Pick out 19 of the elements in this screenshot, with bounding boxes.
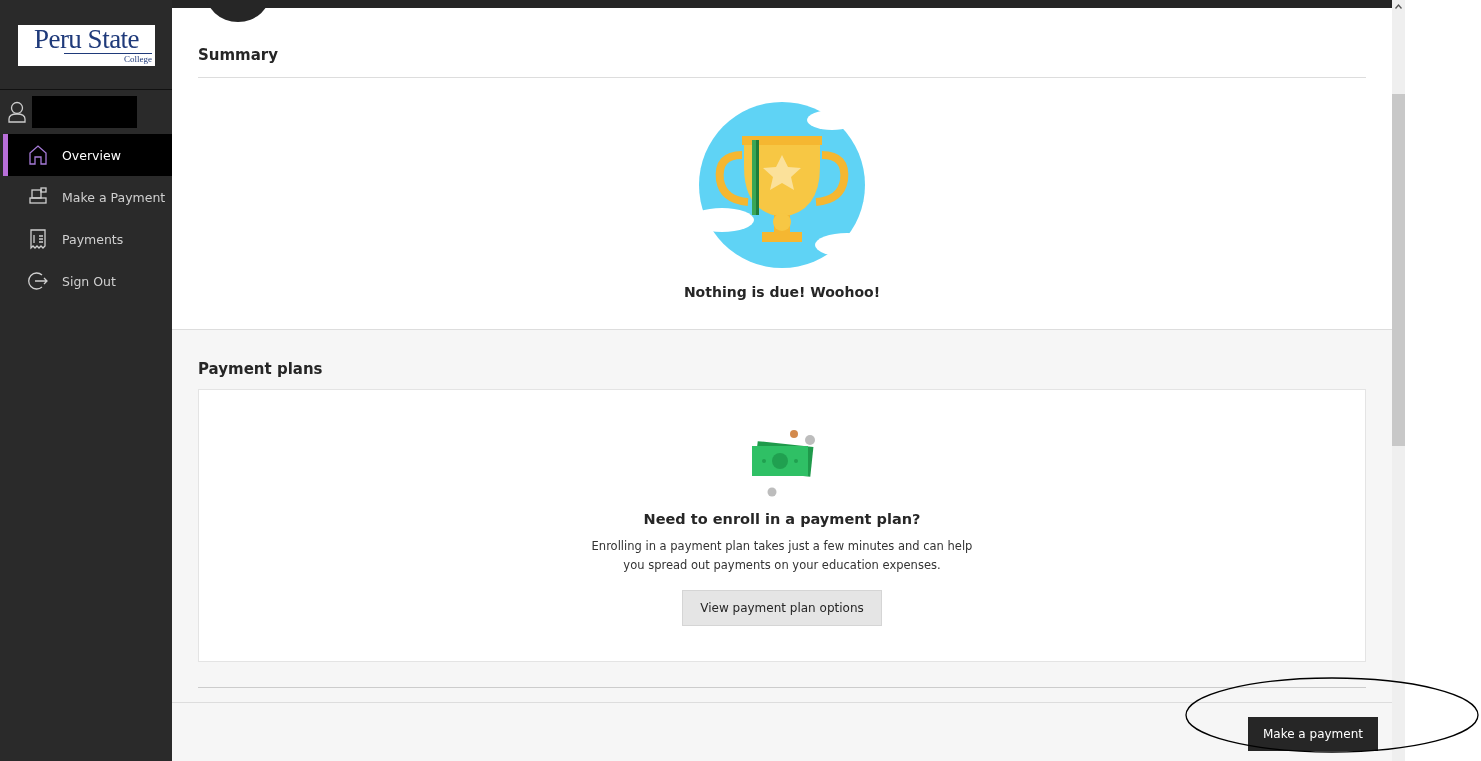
section-title: Summary: [198, 46, 279, 64]
receipt-icon: [28, 228, 48, 250]
nav-item[interactable]: Make a Payment: [3, 176, 172, 218]
status-message: Nothing is due! Woohoo!: [683, 284, 881, 300]
make-payment-button[interactable]: Make a payment: [1247, 717, 1378, 751]
card-heading: Need to enroll in a payment plan?: [643, 511, 921, 527]
user-icon: [8, 101, 26, 123]
sign-out-icon: [28, 270, 48, 292]
scroll-thumb[interactable]: [1392, 94, 1405, 446]
home-icon: [28, 144, 48, 166]
nav-item[interactable]: Overview: [3, 134, 172, 176]
card-description: Enrolling in a payment plan takes just a few minutes and can help you spread out payments on your education expenses.: [590, 538, 974, 574]
section-title: Payment plans: [198, 360, 323, 378]
nav-item[interactable]: Payments: [3, 218, 172, 260]
view-options-button[interactable]: View payment plan options: [682, 590, 882, 626]
scroll-up-icon[interactable]: [1395, 4, 1402, 9]
nav-item[interactable]: Sign Out: [3, 260, 172, 302]
college-logo: Peru State College: [18, 25, 155, 66]
scrollbar[interactable]: [1392, 0, 1405, 761]
